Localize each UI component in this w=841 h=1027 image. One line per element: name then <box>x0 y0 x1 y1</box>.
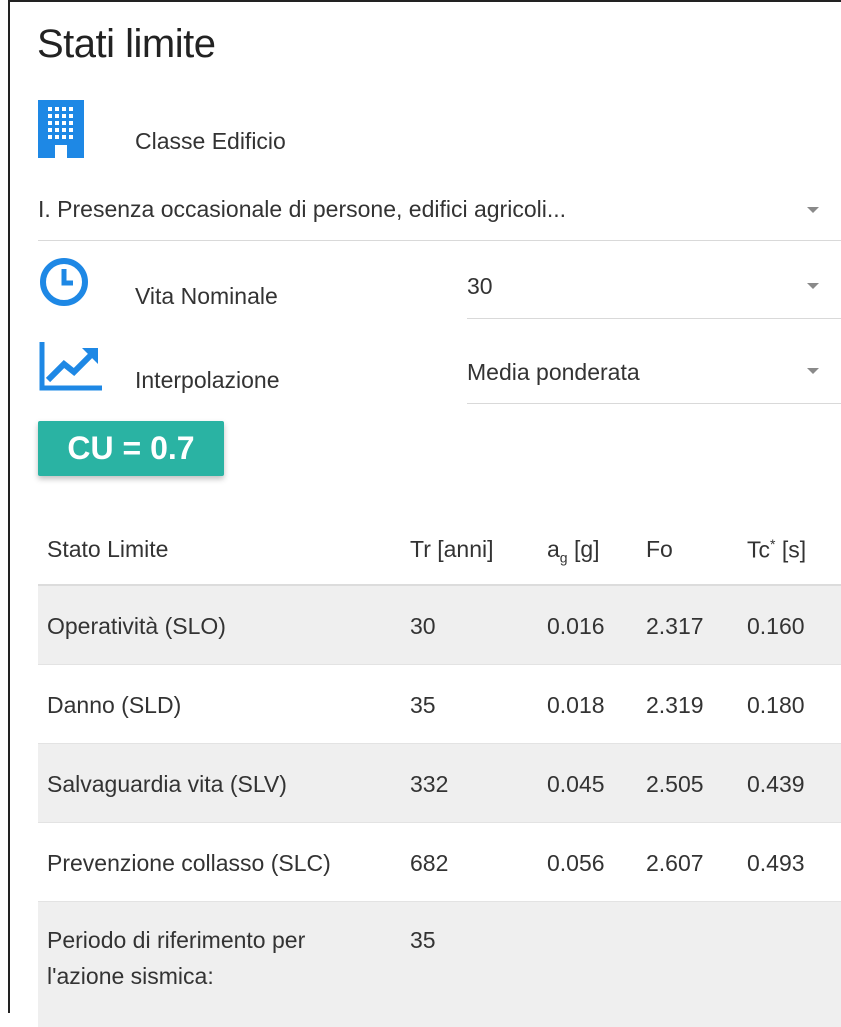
building-class-label: Classe Edificio <box>135 128 286 154</box>
cell-fo: 2.319 <box>646 692 704 718</box>
nominal-life-label: Vita Nominale <box>135 283 278 309</box>
cell-tr: 332 <box>410 771 449 797</box>
header-ag: ag [g] <box>547 536 600 566</box>
cell-tr: 35 <box>410 692 436 718</box>
building-class-value: I. Presenza occasionale di persone, edif… <box>38 196 567 222</box>
header-tr: Tr [anni] <box>410 536 494 562</box>
cell-fo: 2.505 <box>646 771 704 797</box>
interpolation-label: Interpolazione <box>135 367 280 393</box>
cell-stato: Prevenzione collasso (SLC) <box>47 850 331 876</box>
table-row: Salvaguardia vita (SLV) 332 0.045 2.505 … <box>38 744 841 823</box>
table-row: Danno (SLD) 35 0.018 2.319 0.180 <box>38 665 841 744</box>
header-fo: Fo <box>646 536 673 562</box>
building-icon <box>38 100 84 158</box>
reference-period-row: Periodo di riferimento per l'azione sism… <box>38 902 841 1027</box>
cell-stato: Operatività (SLO) <box>47 613 226 639</box>
table-header: Stato Limite Tr [anni] ag [g] Fo Tc* [s] <box>38 508 841 586</box>
cell-tc: 0.439 <box>747 771 805 797</box>
building-class-select[interactable]: I. Presenza occasionale di persone, edif… <box>38 185 841 241</box>
chevron-down-icon <box>807 207 819 213</box>
cell-stato: Salvaguardia vita (SLV) <box>47 771 287 797</box>
page-title: Stati limite <box>37 22 216 66</box>
cell-ag: 0.056 <box>547 850 605 876</box>
cell-fo: 2.317 <box>646 613 704 639</box>
header-tc: Tc* [s] <box>747 536 807 563</box>
interpolation-select[interactable]: Media ponderata <box>467 350 841 404</box>
chevron-down-icon <box>807 283 819 289</box>
cell-tc: 0.493 <box>747 850 805 876</box>
cell-stato: Danno (SLD) <box>47 692 182 718</box>
cell-ag: 0.018 <box>547 692 605 718</box>
limit-states-table: Stato Limite Tr [anni] ag [g] Fo Tc* [s]… <box>38 508 841 1027</box>
cell-tc: 0.160 <box>747 613 805 639</box>
cu-badge: CU = 0.7 <box>38 421 224 476</box>
cell-tr: 30 <box>410 613 436 639</box>
cell-tc: 0.180 <box>747 692 805 718</box>
chevron-down-icon <box>807 368 819 374</box>
table-row: Prevenzione collasso (SLC) 682 0.056 2.6… <box>38 823 841 902</box>
interpolation-value: Media ponderata <box>467 359 640 385</box>
nominal-life-select[interactable]: 30 <box>467 266 841 319</box>
cell-ag: 0.016 <box>547 613 605 639</box>
header-stato-limite: Stato Limite <box>47 536 169 562</box>
trending-up-icon <box>38 340 104 392</box>
reference-period-value: 35 <box>410 927 436 953</box>
clock-icon <box>38 256 90 308</box>
cell-ag: 0.045 <box>547 771 605 797</box>
nominal-life-value: 30 <box>467 273 493 299</box>
table-row: Operatività (SLO) 30 0.016 2.317 0.160 <box>38 586 841 665</box>
cell-fo: 2.607 <box>646 850 704 876</box>
cell-tr: 682 <box>410 850 449 876</box>
reference-period-label: Periodo di riferimento per l'azione sism… <box>47 927 306 989</box>
